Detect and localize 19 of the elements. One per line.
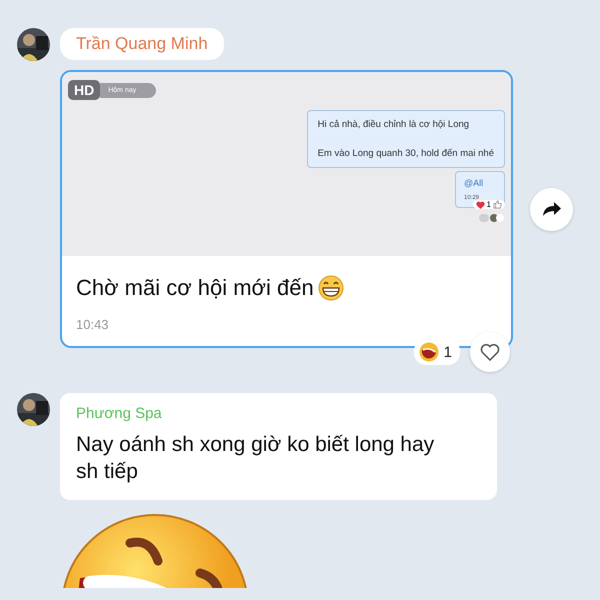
message-text: Chờ mãi cơ hội mới đến (76, 275, 314, 301)
laughing-emoji-icon (418, 342, 439, 362)
mention-text: @All (464, 178, 484, 188)
thumbs-up-icon (493, 200, 502, 209)
share-icon (542, 201, 562, 217)
message-text: Hi cả nhà, điều chỉnh là cơ hội Long (318, 119, 470, 130)
heart-icon (476, 200, 485, 208)
react-button[interactable] (470, 332, 510, 372)
heart-icon (480, 343, 500, 361)
hd-badge: HD (68, 80, 100, 100)
message-text: Nay oánh sh xong giờ ko biết long hay sh tiếp (76, 432, 436, 486)
message-text: Em vào Long quanh 30, hold đến mai nhé (318, 148, 494, 159)
reaction-count: 1 (486, 200, 491, 209)
share-button[interactable] (530, 188, 573, 230)
seen-avatars-icon (479, 213, 505, 223)
grin-emoji-icon (318, 275, 344, 301)
sender-name[interactable]: Trần Quang Minh (60, 28, 224, 60)
message-time: 10:43 (75, 316, 110, 334)
sender-name[interactable]: Phương Spa (76, 405, 457, 422)
